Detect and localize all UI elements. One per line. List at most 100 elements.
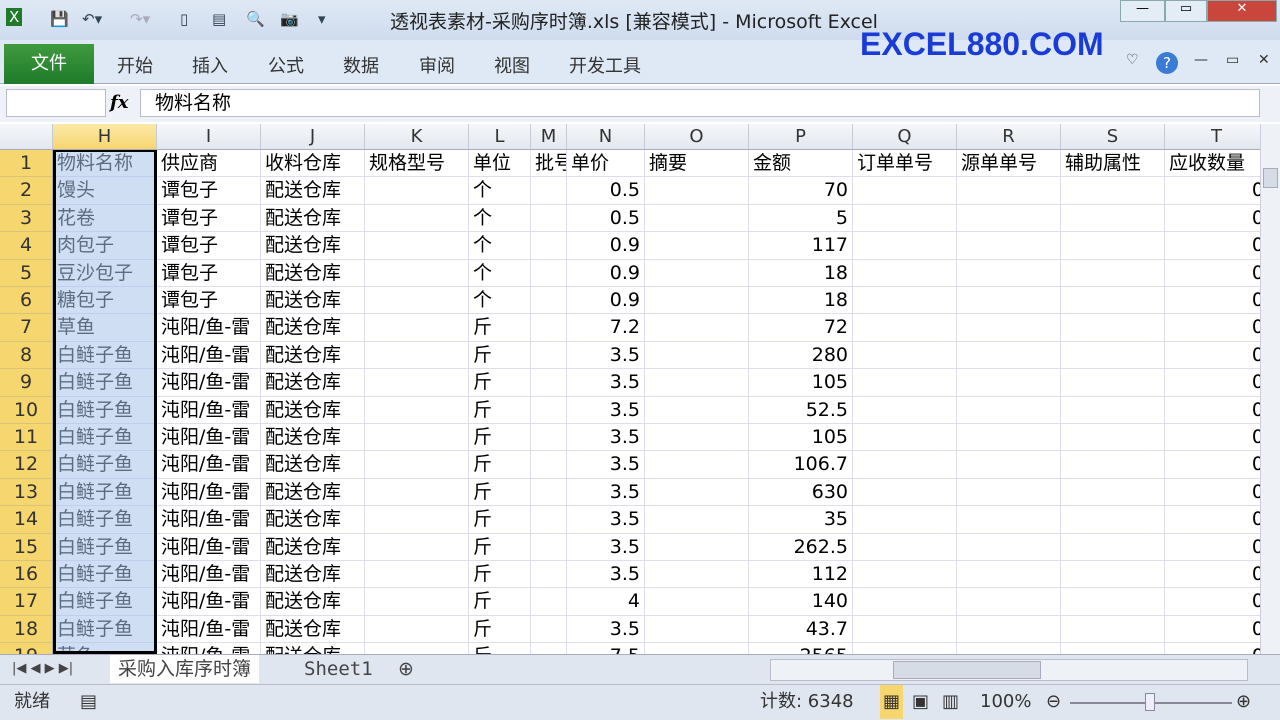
cell-T18[interactable]: 0 [1165, 616, 1260, 644]
cell-L13[interactable]: 斤 [469, 478, 531, 507]
maximize-button[interactable]: ▭ [1165, 0, 1207, 22]
cell-I14[interactable]: 沌阳/鱼-雷 [157, 506, 261, 534]
cell-Q12[interactable] [853, 451, 957, 479]
cell-R1[interactable]: 源单单号 [957, 150, 1061, 178]
row-header[interactable]: 14 [0, 506, 53, 534]
cell-I18[interactable]: 沌阳/鱼-雷 [157, 615, 261, 644]
row-header[interactable]: 12 [0, 451, 53, 479]
cell-K9[interactable] [365, 369, 469, 397]
zoom-level[interactable]: 100% [980, 685, 1031, 719]
column-header-J[interactable]: J [261, 124, 365, 150]
cell-M19[interactable] [531, 643, 567, 654]
cell-P10[interactable]: 52.5 [749, 396, 853, 424]
cell-M14[interactable] [531, 506, 567, 534]
zoom-out-button[interactable]: ⊖ [1046, 685, 1061, 719]
cell-N16[interactable]: 3.5 [567, 561, 645, 589]
cell-T12[interactable]: 0 [1165, 451, 1260, 479]
cell-T15[interactable]: 0 [1165, 534, 1260, 561]
cell-S12[interactable] [1061, 451, 1165, 479]
cell-S2[interactable] [1061, 177, 1165, 205]
insert-sheet-icon[interactable]: ⊕ [390, 655, 422, 683]
cell-J9[interactable]: 配送仓库 [261, 369, 365, 397]
cell-O1[interactable]: 摘要 [645, 150, 749, 178]
vertical-scroll-thumb[interactable] [1263, 168, 1278, 188]
cell-J16[interactable]: 配送仓库 [261, 561, 365, 589]
page-break-view-icon[interactable]: ▥ [942, 685, 959, 719]
cell-Q11[interactable] [853, 424, 957, 452]
cell-N19[interactable]: 7.5 [567, 643, 645, 654]
cell-S7[interactable] [1061, 314, 1165, 342]
cell-Q18[interactable] [853, 615, 957, 644]
cell-Q6[interactable] [853, 287, 957, 315]
cell-N3[interactable]: 0.5 [567, 204, 645, 233]
cell-P8[interactable]: 280 [749, 341, 853, 370]
column-header-S[interactable]: S [1061, 124, 1165, 150]
cell-L2[interactable]: 个 [469, 177, 531, 205]
cell-K13[interactable] [365, 478, 469, 507]
cell-T14[interactable]: 0 [1165, 506, 1260, 534]
cell-M18[interactable] [531, 615, 567, 644]
cell-L11[interactable]: 斤 [469, 424, 531, 452]
cell-Q17[interactable] [853, 588, 957, 616]
sheet-tab-active[interactable]: 采购入库序时簿 [110, 655, 260, 683]
cell-O5[interactable] [645, 259, 749, 287]
row-header[interactable]: 7 [0, 314, 53, 342]
cell-P14[interactable]: 35 [749, 506, 853, 534]
cell-N11[interactable]: 3.5 [567, 424, 645, 452]
cell-O13[interactable] [645, 478, 749, 507]
cell-J3[interactable]: 配送仓库 [261, 204, 365, 233]
cell-R6[interactable] [957, 287, 1061, 315]
cell-S18[interactable] [1061, 615, 1165, 644]
cell-R2[interactable] [957, 177, 1061, 205]
cell-S9[interactable] [1061, 369, 1165, 397]
cell-J5[interactable]: 配送仓库 [261, 259, 365, 287]
cell-Q14[interactable] [853, 506, 957, 534]
cell-Q13[interactable] [853, 478, 957, 507]
cell-J18[interactable]: 配送仓库 [261, 615, 365, 644]
open-icon[interactable]: ▤ [212, 10, 226, 28]
cell-N4[interactable]: 0.9 [567, 232, 645, 260]
row-header[interactable]: 13 [0, 478, 53, 507]
cell-S16[interactable] [1061, 561, 1165, 589]
tab-home[interactable]: 开始 [117, 52, 153, 78]
cell-J2[interactable]: 配送仓库 [261, 177, 365, 205]
cell-J7[interactable]: 配送仓库 [261, 314, 365, 342]
cell-O6[interactable] [645, 287, 749, 315]
cell-N10[interactable]: 3.5 [567, 396, 645, 424]
cell-N2[interactable]: 0.5 [567, 177, 645, 205]
column-header-Q[interactable]: Q [853, 124, 957, 150]
cell-R12[interactable] [957, 451, 1061, 479]
tab-view[interactable]: 视图 [494, 52, 530, 78]
cell-M5[interactable] [531, 259, 567, 287]
tab-review[interactable]: 审阅 [419, 52, 455, 78]
cell-S15[interactable] [1061, 533, 1165, 561]
cell-K11[interactable] [365, 424, 469, 452]
cell-M15[interactable] [531, 533, 567, 561]
cell-Q3[interactable] [853, 204, 957, 233]
cell-M8[interactable] [531, 341, 567, 370]
cell-T6[interactable]: 0 [1165, 287, 1260, 315]
close-button[interactable]: ✕ [1207, 0, 1277, 22]
cell-T7[interactable]: 0 [1165, 314, 1260, 342]
cell-K2[interactable] [365, 177, 469, 205]
tab-developer[interactable]: 开发工具 [569, 52, 641, 78]
row-header[interactable]: 16 [0, 561, 53, 589]
cell-O12[interactable] [645, 451, 749, 479]
cell-T8[interactable]: 0 [1165, 342, 1260, 370]
cell-O14[interactable] [645, 506, 749, 534]
row-header[interactable]: 9 [0, 369, 53, 397]
cell-L17[interactable]: 斤 [469, 588, 531, 616]
cell-I16[interactable]: 沌阳/鱼-雷 [157, 561, 261, 589]
cell-S1[interactable]: 辅助属性 [1061, 150, 1165, 178]
column-header-O[interactable]: O [645, 124, 749, 150]
vertical-scrollbar[interactable] [1260, 124, 1280, 654]
cell-M3[interactable] [531, 204, 567, 233]
cell-M10[interactable] [531, 396, 567, 424]
cell-P2[interactable]: 70 [749, 177, 853, 205]
tab-insert[interactable]: 插入 [192, 52, 228, 78]
cell-L16[interactable]: 斤 [469, 561, 531, 589]
cell-K5[interactable] [365, 259, 469, 287]
cell-M6[interactable] [531, 287, 567, 315]
cell-S10[interactable] [1061, 396, 1165, 424]
cell-Q1[interactable]: 订单单号 [853, 150, 957, 178]
